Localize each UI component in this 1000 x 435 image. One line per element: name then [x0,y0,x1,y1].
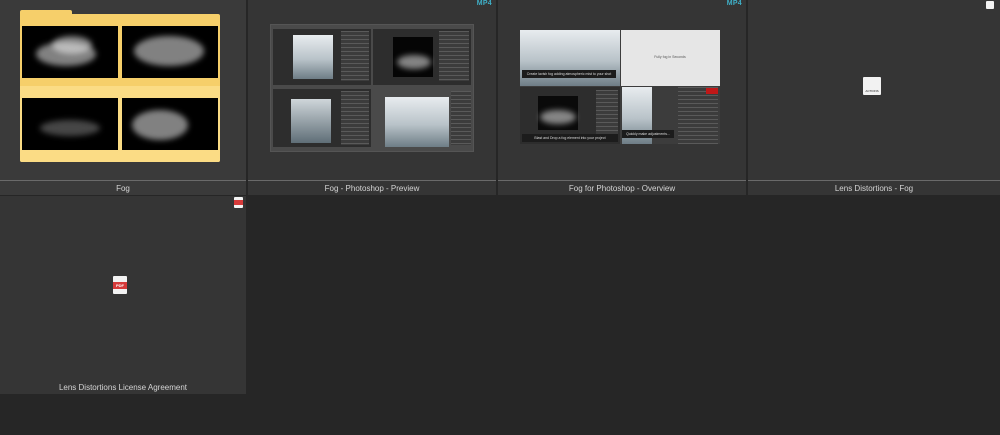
tile-fog-folder[interactable]: Fog [0,0,246,195]
pdf-file-icon: PDF [113,276,127,294]
mp4-badge: MP4 [726,0,742,7]
tile-license-agreement[interactable]: PDF Lens Distortions License Agreement [0,196,246,394]
overview-caption-4: Quickly make adjustments... [622,130,674,138]
overview-caption-3: Blast and Drop a fog element into your p… [522,134,618,142]
fog-thumbnail-2 [122,26,218,78]
fog-thumbnail-4 [122,98,218,150]
action-type-icon [986,1,994,9]
tile-fog-overview[interactable]: MP4 Create lavish fog adding atmospheric… [498,0,746,195]
mp4-badge: MP4 [476,0,492,7]
item-label: Fog [116,184,130,193]
tile-fog-photoshop-preview[interactable]: MP4 Fog - Photoshop - Preview [248,0,496,195]
overview-caption-2: Fully fog in Seconds [654,55,686,59]
tile-lens-distortions-fog[interactable]: ACTIONS Lens Distortions - Fog [748,0,1000,195]
video-thumbnail: Create lavish fog adding atmospheric mis… [520,30,720,144]
tile-divider [498,180,746,181]
tile-divider [0,180,246,181]
item-label: Fog - Photoshop - Preview [324,184,420,193]
video-thumbnail [270,24,474,152]
tile-divider [748,180,1000,181]
actions-icon-label: ACTIONS [865,89,879,93]
pdf-badge-icon [234,197,243,208]
item-label: Fog for Photoshop - Overview [568,184,676,193]
fog-thumbnail-3 [22,98,118,150]
tile-divider [248,180,496,181]
item-label: Lens Distortions - Fog [834,184,914,193]
pdf-icon-label: PDF [113,282,127,289]
actions-file-icon: ACTIONS [863,77,881,95]
fog-thumbnail-1 [22,26,118,78]
item-label: Lens Distortions License Agreement [58,383,188,392]
overview-caption-1: Create lavish fog adding atmospheric mis… [522,70,616,78]
